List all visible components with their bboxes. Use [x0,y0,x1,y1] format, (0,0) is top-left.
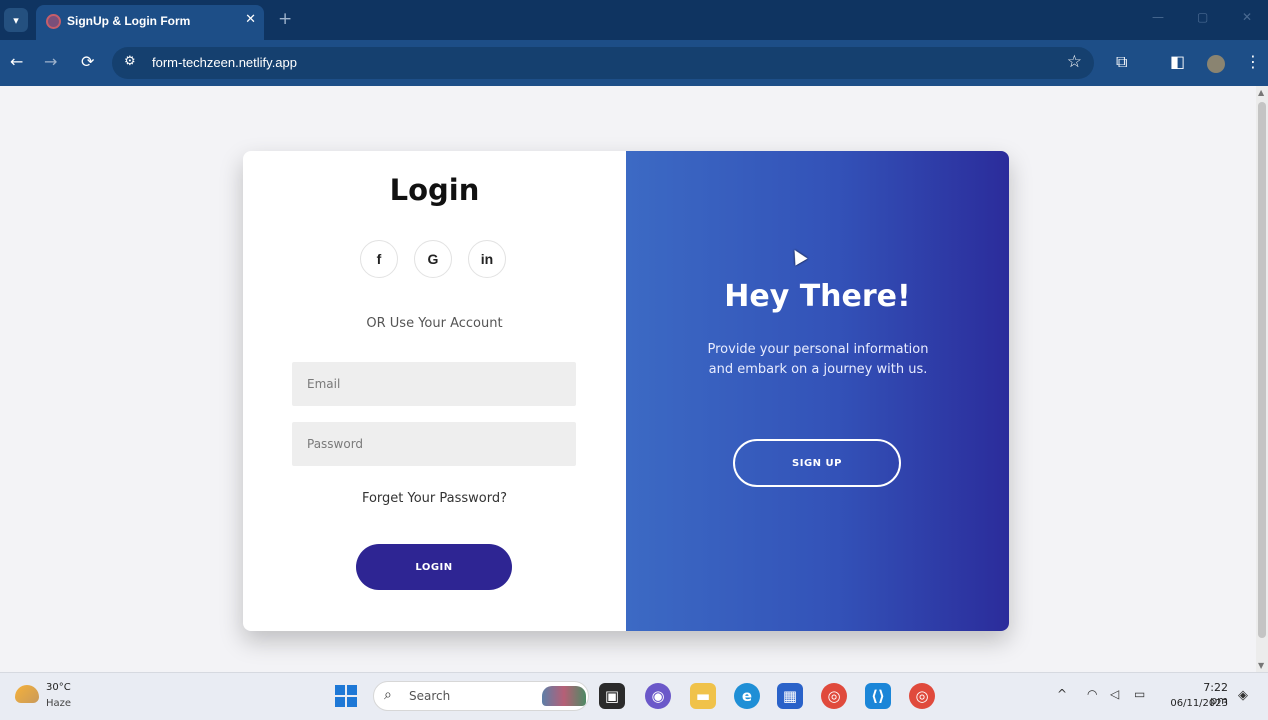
weather-temperature[interactable]: 30°C [46,682,71,693]
email-input[interactable] [292,362,576,406]
clock-date[interactable]: 06/11/2023 [1164,698,1228,709]
login-panel: Login f G in OR Use Your Account Forget … [243,151,626,631]
tab-search-button[interactable]: ▾ [4,8,28,32]
taskbar-search[interactable]: ⌕ Search [373,681,589,711]
minimize-button[interactable]: — [1152,10,1164,24]
tab-title: SignUp & Login Form [67,14,191,28]
browser-tab-strip: ▾ SignUp & Login Form ✕ + — ▢ ✕ [0,0,1268,40]
search-icon: ⌕ [384,687,392,703]
linkedin-button[interactable]: in [468,240,506,278]
google-button[interactable]: G [414,240,452,278]
password-input[interactable] [292,422,576,466]
browser-tab[interactable]: SignUp & Login Form ✕ [36,5,264,40]
chrome-icon[interactable]: ◎ [821,683,847,709]
back-arrow-icon[interactable]: ← [10,52,23,71]
login-button[interactable]: LOGIN [356,544,512,590]
chrome-profile-icon[interactable]: ◎ [909,683,935,709]
reload-icon[interactable]: ⟳ [81,52,94,71]
browser-toolbar: ← → ⟳ ⚙ form-techzeen.netlify.app ☆ ⧉ ◧ … [0,40,1268,86]
extensions-icon[interactable]: ⧉ [1116,52,1127,72]
menu-kebab-icon[interactable]: ⋮ [1245,52,1261,71]
search-label: Search [409,689,451,703]
url-text[interactable]: form-techzeen.netlify.app [152,55,297,70]
search-highlight-icon [542,686,586,706]
tab-close-icon[interactable]: ✕ [245,12,256,27]
start-button[interactable] [335,685,357,707]
tab-favicon-icon [46,14,61,29]
site-info-icon[interactable]: ⚙ [124,54,136,69]
linkedin-icon: in [480,251,494,267]
volume-icon[interactable]: ◁ [1110,687,1119,701]
task-view-icon[interactable]: ▣ [599,683,625,709]
facebook-button[interactable]: f [360,240,398,278]
login-title: Login [389,173,480,207]
windows-logo-icon [335,685,345,695]
page-viewport: Login f G in OR Use Your Account Forget … [0,86,1256,672]
scroll-down-icon[interactable]: ▼ [1258,661,1264,670]
scroll-up-icon[interactable]: ▲ [1258,88,1264,97]
maximize-button[interactable]: ▢ [1197,10,1208,24]
side-panel-icon[interactable]: ◧ [1170,52,1185,71]
file-explorer-icon[interactable]: ▬ [690,683,716,709]
panel-heading: Hey There! [724,279,911,314]
forward-arrow-icon[interactable]: → [44,52,57,71]
signup-panel: Hey There! Provide your personal informa… [626,151,1009,631]
auth-card: Login f G in OR Use Your Account Forget … [243,151,1009,631]
windows-taskbar: 30°C Haze ⌕ Search ▣ ◉ ▬ e ▦ ◎ ⟨⟩ ◎ ^ ◠ … [0,672,1268,720]
scrollbar-thumb[interactable] [1258,102,1266,638]
weather-icon[interactable] [15,685,39,703]
vscode-icon[interactable]: ⟨⟩ [865,683,891,709]
wifi-icon[interactable]: ◠ [1087,687,1097,701]
tray-overflow-icon[interactable]: ^ [1057,687,1067,701]
chat-icon[interactable]: ◉ [645,683,671,709]
page-scrollbar[interactable]: ▲ ▼ [1256,86,1268,672]
signup-button[interactable]: SIGN UP [733,439,901,487]
address-bar[interactable]: ⚙ form-techzeen.netlify.app ☆ [112,47,1094,79]
facebook-icon: f [376,251,382,267]
close-window-button[interactable]: ✕ [1242,10,1252,24]
edge-browser-icon[interactable]: e [734,683,760,709]
google-icon: G [427,251,439,267]
profile-avatar[interactable] [1207,55,1225,73]
microsoft-store-icon[interactable]: ▦ [777,683,803,709]
new-tab-button[interactable]: + [278,9,292,29]
forgot-password-link[interactable]: Forget Your Password? [243,491,626,506]
panel-description: Provide your personal information and em… [707,342,929,377]
battery-icon[interactable]: ▭ [1134,687,1145,701]
or-use-account-text: OR Use Your Account [366,316,503,331]
weather-condition[interactable]: Haze [46,698,71,709]
bookmark-star-icon[interactable]: ☆ [1067,52,1082,72]
notification-bell-icon[interactable]: ◈ [1238,688,1248,703]
